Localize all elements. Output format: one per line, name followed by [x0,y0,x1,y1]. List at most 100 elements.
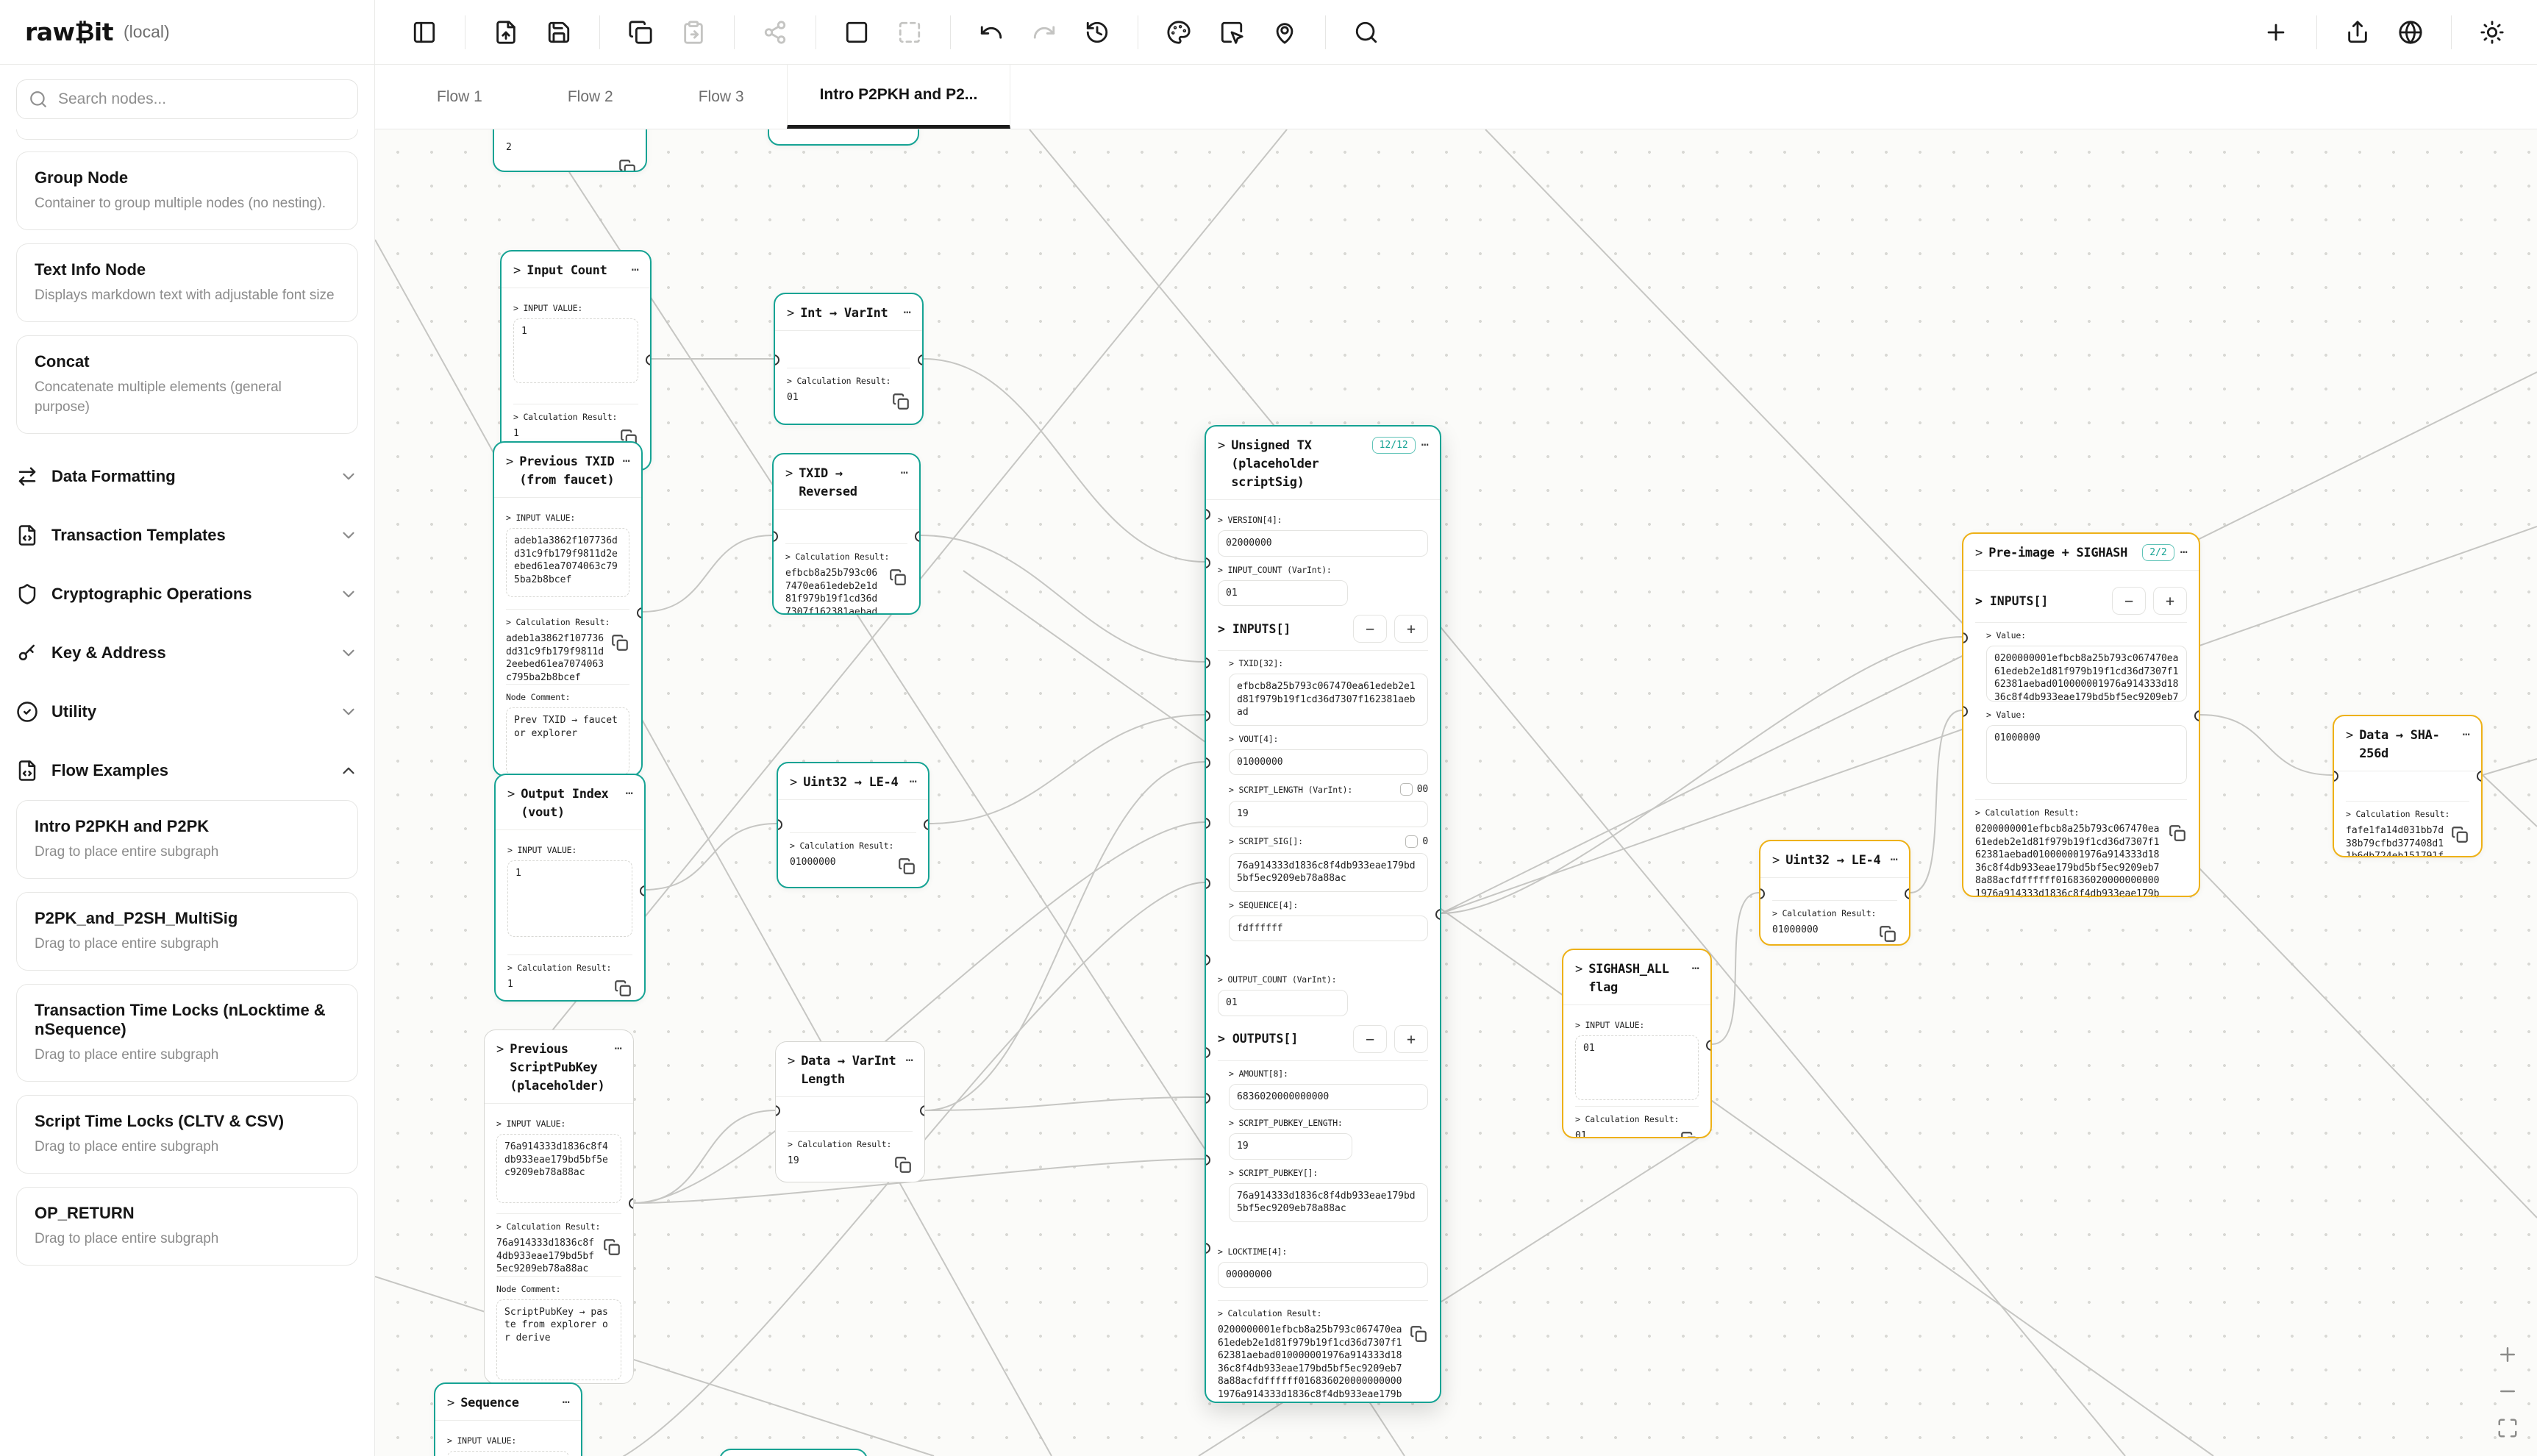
flow-example-card[interactable]: Script Time Locks (CLTV & CSV)Drag to pl… [16,1095,358,1174]
field-input[interactable]: 01 [1218,580,1348,607]
redo-button[interactable] [1021,10,1067,55]
tab-3[interactable]: Flow 3 [656,65,787,129]
sidebar-category-data-formatting[interactable]: Data Formatting [16,447,358,506]
paste-button[interactable] [671,10,716,55]
flow-example-card[interactable]: Intro P2PKH and P2PKDrag to place entire… [16,800,358,879]
select-rect-button[interactable] [834,10,879,55]
collapse-chevron[interactable]: > [788,1052,795,1070]
theme-palette-button[interactable] [1156,10,1202,55]
value-input[interactable]: adeb1a3862f107736dd31c9fb179f9811d2eebed… [506,528,629,597]
array-add-button[interactable]: + [2153,587,2187,615]
field-input[interactable]: fdffffff [1229,916,1428,942]
copy-button[interactable] [2450,825,2469,844]
export-button[interactable] [2335,10,2380,55]
node-menu-icon[interactable]: ⋯ [2180,544,2188,560]
copy-button[interactable] [888,568,907,587]
fit-view-button[interactable] [2491,1412,2524,1444]
copy-button[interactable] [897,857,916,876]
undo-button[interactable] [968,10,1014,55]
node-prev-txid[interactable]: >Previous TXID (from faucet)⋯> INPUT VAL… [493,441,643,777]
collapse-chevron[interactable]: > [2346,727,2353,744]
node-menu-icon[interactable]: ⋯ [563,1394,571,1410]
node-uint32-le4-a[interactable]: >Uint32 → LE-4⋯> Calculation Result:0100… [777,762,929,888]
value-input[interactable]: fffffffd [447,1451,569,1456]
collapse-chevron[interactable]: > [785,465,793,482]
save-button[interactable] [536,10,582,55]
node-menu-icon[interactable]: ⋯ [904,304,912,321]
flow-example-card[interactable]: Transaction Time Locks (nLocktime & nSeq… [16,984,358,1082]
node-menu-icon[interactable]: ⋯ [901,465,909,481]
flow-canvas[interactable]: 2>Input Count⋯> INPUT VALUE:1> Calculati… [375,129,2537,1456]
field-input[interactable]: 01000000 [1986,725,2187,784]
share-graph-button[interactable] [752,10,798,55]
node-int-to-varint[interactable]: >Int → VarInt⋯> Calculation Result:01 [774,293,924,425]
sidebar-category-cryptographic-operations[interactable]: Cryptographic Operations [16,565,358,624]
sidebar-list[interactable]: Group NodeContainer to group multiple no… [0,129,374,1456]
value-input[interactable]: 1 [513,318,638,383]
collapse-chevron[interactable]: > [506,453,513,471]
collapse-chevron[interactable]: > [507,785,515,803]
new-flow-button[interactable] [2253,10,2299,55]
collapse-chevron[interactable]: > [1575,960,1582,978]
node-input-count[interactable]: >Input Count⋯> INPUT VALUE:1> Calculatio… [500,250,652,471]
tab-4[interactable]: Intro P2PKH and P2... [787,65,1011,129]
port-right[interactable] [1905,888,1910,899]
node-menu-icon[interactable]: ⋯ [1891,852,1899,868]
node-menu-icon[interactable]: ⋯ [632,262,640,278]
port-right[interactable] [1435,909,1441,920]
copy-button[interactable] [618,158,637,172]
node-uint32-le4-b[interactable]: >Uint32 → LE-4⋯> Calculation Result:0100… [1759,840,1910,946]
byte-checkbox[interactable] [1405,835,1418,848]
field-input[interactable]: 6836020000000000 [1229,1084,1428,1110]
copy-button[interactable] [1680,1130,1699,1138]
byte-checkbox[interactable] [1400,783,1413,796]
field-input[interactable]: 0200000001efbcb8a25b793c067470ea61edeb2e… [1986,646,2187,702]
language-button[interactable] [2388,10,2433,55]
value-input[interactable]: 76a914333d1836c8f4db933eae179bd5bf5ec920… [496,1134,621,1203]
node-preimage-sighash[interactable]: >Pre-image + SIGHASH2/2⋯> INPUTS[]−+> Va… [1962,532,2200,897]
array-remove-button[interactable]: − [1353,1025,1387,1053]
node-sequence[interactable]: >Sequence⋯> INPUT VALUE:fffffffd [434,1382,582,1456]
field-input[interactable]: 01 [1218,990,1348,1016]
search-nodes-input[interactable] [57,90,346,109]
port-right[interactable] [2477,771,2483,782]
locate-user-button[interactable] [1262,10,1307,55]
search-button[interactable] [1344,10,1389,55]
node-card[interactable]: Group NodeContainer to group multiple no… [16,151,358,230]
collapse-chevron[interactable]: > [1772,852,1780,869]
node-unsigned-tx[interactable]: >Unsigned TX (placeholder scriptSig)12/1… [1205,425,1441,1403]
port-right[interactable] [637,607,643,618]
field-input[interactable]: 76a914333d1836c8f4db933eae179bd5bf5ec920… [1229,853,1428,892]
port-right[interactable] [918,354,924,365]
node-menu-icon[interactable]: ⋯ [623,453,631,469]
copy-button[interactable] [893,1155,913,1174]
port-right[interactable] [915,531,921,542]
node-partial-top-left[interactable]: 2 [493,129,647,172]
node-data-varint-length[interactable]: >Data → VarInt Length⋯> Calculation Resu… [775,1041,925,1182]
copy-button[interactable] [618,10,663,55]
port-right[interactable] [2194,710,2200,721]
port-right[interactable] [646,354,652,365]
sidebar-category-transaction-templates[interactable]: Transaction Templates [16,506,358,565]
comment-input[interactable]: Prev TXID → faucet or explorer [506,707,629,775]
field-input[interactable]: 19 [1229,1133,1352,1160]
node-sighash-all-flag[interactable]: >SIGHASH_ALL flag⋯> INPUT VALUE:01> Calc… [1562,949,1712,1138]
node-menu-icon[interactable]: ⋯ [910,774,918,790]
flow-example-card[interactable]: P2PK_and_P2SH_MultiSigDrag to place enti… [16,892,358,971]
node-card[interactable]: Text Info NodeDisplays markdown text wit… [16,243,358,322]
node-data-sha256d[interactable]: >Data → SHA-256d⋯> Calculation Result:fa… [2333,715,2483,857]
field-input[interactable]: 01000000 [1229,749,1428,776]
pointer-mode-button[interactable] [1209,10,1255,55]
port-right[interactable] [640,885,646,896]
node-partial-top-center[interactable] [768,129,919,146]
node-txid-reversed[interactable]: >TXID → Reversed⋯> Calculation Result:ef… [772,453,921,615]
copy-button[interactable] [613,979,632,998]
copy-button[interactable] [610,633,629,652]
field-input[interactable]: 76a914333d1836c8f4db933eae179bd5bf5ec920… [1229,1183,1428,1222]
toggle-sidebar-button[interactable] [402,10,447,55]
collapse-chevron[interactable]: > [787,304,794,322]
copy-button[interactable] [891,392,910,411]
collapse-chevron[interactable]: > [447,1394,454,1412]
open-file-button[interactable] [483,10,529,55]
copy-button[interactable] [602,1238,621,1257]
